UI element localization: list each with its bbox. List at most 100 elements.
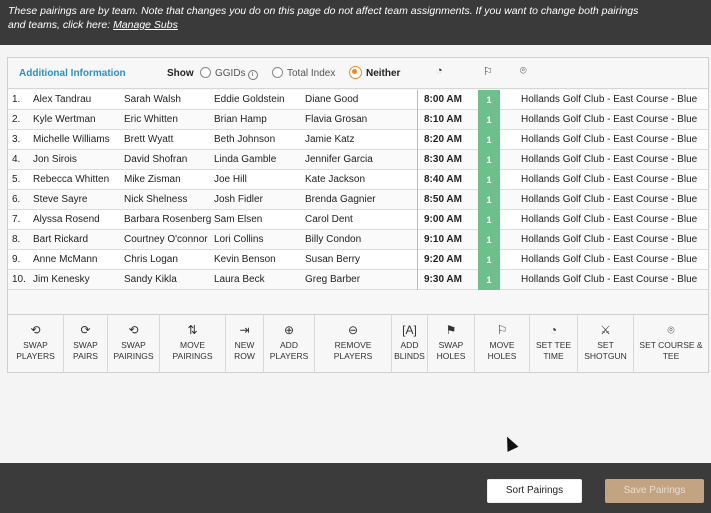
player-name[interactable]: Brenda Gagnier [305, 194, 413, 205]
player-name[interactable]: Barbara Rosenberg [124, 214, 212, 225]
player-name[interactable]: Eric Whitten [124, 114, 212, 125]
player-name[interactable]: Carol Dent [305, 214, 413, 225]
move-pairings-button[interactable]: ⇅ MOVE PAIRINGS [160, 315, 226, 373]
set-shotgun-button[interactable]: ⚔ SET SHOTGUN [578, 315, 634, 373]
table-row[interactable]: 5. Rebecca Whitten Mike Zisman Joe Hill Kate… [8, 170, 708, 190]
hole-badge[interactable]: 1 [478, 150, 500, 170]
hole-badge[interactable]: 1 [478, 250, 500, 270]
player-name[interactable]: Nick Shelness [124, 194, 212, 205]
show-label: Show [167, 68, 194, 79]
hole-badge[interactable]: 1 [478, 270, 500, 290]
add-players-button[interactable]: ⊕ ADD PLAYERS [264, 315, 315, 373]
swap-pairings-button[interactable]: ⟲ SWAP PAIRINGS [108, 315, 160, 373]
move-pairings-icon: ⇅ [187, 323, 198, 337]
player-name[interactable]: Jamie Katz [305, 134, 413, 145]
swap-pairs-button[interactable]: ⟳ SWAP PAIRS [64, 315, 108, 373]
table-row[interactable]: 9. Anne McMann Chris Logan Kevin Benson Susa… [8, 250, 708, 270]
info-banner: These pairings are by team. Note that ch… [0, 0, 711, 45]
player-name[interactable]: Jon Sirois [33, 154, 121, 165]
player-name[interactable]: Michelle Williams [33, 134, 121, 145]
player-name[interactable]: Linda Gamble [214, 154, 302, 165]
player-name[interactable]: Sarah Walsh [124, 94, 212, 105]
neither-label[interactable]: Neither [366, 68, 400, 79]
pairings-table: 1. Alex Tandrau Sarah Walsh Eddie Goldstein… [8, 90, 708, 290]
player-name[interactable]: Mike Zisman [124, 174, 212, 185]
player-name[interactable]: Susan Berry [305, 254, 413, 265]
hole-badge[interactable]: 1 [478, 90, 500, 110]
player-name[interactable]: Chris Logan [124, 254, 212, 265]
pairings-panel: Additional Information Show GGIDs i Total… [7, 57, 709, 373]
hole-badge[interactable]: 1 [478, 130, 500, 150]
player-name[interactable]: Brett Wyatt [124, 134, 212, 145]
player-name[interactable]: Kate Jackson [305, 174, 413, 185]
player-name[interactable]: Laura Beck [214, 274, 302, 285]
table-row[interactable]: 4. Jon Sirois David Shofran Linda Gamble Jen… [8, 150, 708, 170]
player-name[interactable]: Alex Tandrau [33, 94, 121, 105]
add-blinds-button[interactable]: [A] ADD BLINDS [392, 315, 428, 373]
course-name: Hollands Golf Club - East Course - Blue [521, 114, 698, 125]
ggids-radio[interactable] [200, 67, 211, 78]
table-row[interactable]: 2. Kyle Wertman Eric Whitten Brian Hamp Flav… [8, 110, 708, 130]
course-name: Hollands Golf Club - East Course - Blue [521, 274, 698, 285]
swap-players-button[interactable]: ⟲ SWAP PLAYERS [8, 315, 64, 373]
hole-badge[interactable]: 1 [478, 210, 500, 230]
new-row-button[interactable]: ⇥ NEW ROW [226, 315, 264, 373]
player-name[interactable]: Bart Rickard [33, 234, 121, 245]
player-name[interactable]: David Shofran [124, 154, 212, 165]
player-name[interactable]: Sam Elsen [214, 214, 302, 225]
player-name[interactable]: Alyssa Rosend [33, 214, 121, 225]
tee-time: 8:00 AM [424, 94, 462, 105]
column-divider [417, 230, 418, 250]
neither-radio[interactable] [349, 66, 362, 79]
move-holes-button[interactable]: ⚐ MOVE HOLES [475, 315, 530, 373]
clock-icon: ◔ [549, 323, 558, 337]
remove-players-button[interactable]: ⊖ REMOVE PLAYERS [315, 315, 392, 373]
player-name[interactable]: Jim Kenesky [33, 274, 121, 285]
additional-info-link[interactable]: Additional Information [19, 68, 126, 79]
table-row[interactable]: 1. Alex Tandrau Sarah Walsh Eddie Goldstein… [8, 90, 708, 110]
player-name[interactable]: Josh Fidler [214, 194, 302, 205]
hole-badge[interactable]: 1 [478, 110, 500, 130]
swap-holes-button[interactable]: ⚑ SWAP HOLES [428, 315, 475, 373]
player-name[interactable]: Beth Johnson [214, 134, 302, 145]
set-tee-time-button[interactable]: ◔ SET TEE TIME [530, 315, 578, 373]
player-name[interactable]: Eddie Goldstein [214, 94, 302, 105]
set-course-tee-button[interactable]: ⌾ SET COURSE & TEE [634, 315, 708, 373]
player-name[interactable]: Courtney O'connor [124, 234, 212, 245]
player-name[interactable]: Brian Hamp [214, 114, 302, 125]
ggids-label[interactable]: GGIDs i [215, 68, 258, 80]
table-row[interactable]: 6. Steve Sayre Nick Shelness Josh Fidler Bre… [8, 190, 708, 210]
tool-label-line2: PAIRS [73, 351, 98, 361]
player-name[interactable]: Greg Barber [305, 274, 413, 285]
table-row[interactable]: 3. Michelle Williams Brett Wyatt Beth Johns… [8, 130, 708, 150]
player-name[interactable]: Billy Condon [305, 234, 413, 245]
player-name[interactable]: Flavia Grosan [305, 114, 413, 125]
hole-badge[interactable]: 1 [478, 190, 500, 210]
player-name[interactable]: Joe Hill [214, 174, 302, 185]
course-name: Hollands Golf Club - East Course - Blue [521, 134, 698, 145]
sort-pairings-button[interactable]: Sort Pairings [487, 479, 582, 503]
player-name[interactable]: Jennifer Garcia [305, 154, 413, 165]
player-name[interactable]: Rebecca Whitten [33, 174, 121, 185]
player-name[interactable]: Kyle Wertman [33, 114, 121, 125]
player-name[interactable]: Steve Sayre [33, 194, 121, 205]
tool-label-line1: SET TEE [535, 340, 572, 350]
table-row[interactable]: 8. Bart Rickard Courtney O'connor Lori Coll… [8, 230, 708, 250]
save-pairings-button[interactable]: Save Pairings [605, 479, 704, 503]
player-name[interactable]: Diane Good [305, 94, 413, 105]
table-row[interactable]: 7. Alyssa Rosend Barbara Rosenberg Sam Else… [8, 210, 708, 230]
hole-badge[interactable]: 1 [478, 230, 500, 250]
player-name[interactable]: Kevin Benson [214, 254, 302, 265]
manage-subs-link[interactable]: Manage Subs [113, 19, 178, 31]
total-index-radio[interactable] [272, 67, 283, 78]
player-name[interactable]: Lori Collins [214, 234, 302, 245]
tool-label-line2: HOLES [436, 351, 466, 361]
table-row[interactable]: 10. Jim Kenesky Sandy Kikla Laura Beck Greg … [8, 270, 708, 290]
hole-badge[interactable]: 1 [478, 170, 500, 190]
player-name[interactable]: Anne McMann [33, 254, 121, 265]
player-name[interactable]: Sandy Kikla [124, 274, 212, 285]
add-blinds-icon: [A] [402, 323, 417, 337]
info-icon[interactable]: i [247, 70, 258, 80]
total-index-label[interactable]: Total Index [287, 68, 335, 79]
column-divider [417, 270, 418, 290]
